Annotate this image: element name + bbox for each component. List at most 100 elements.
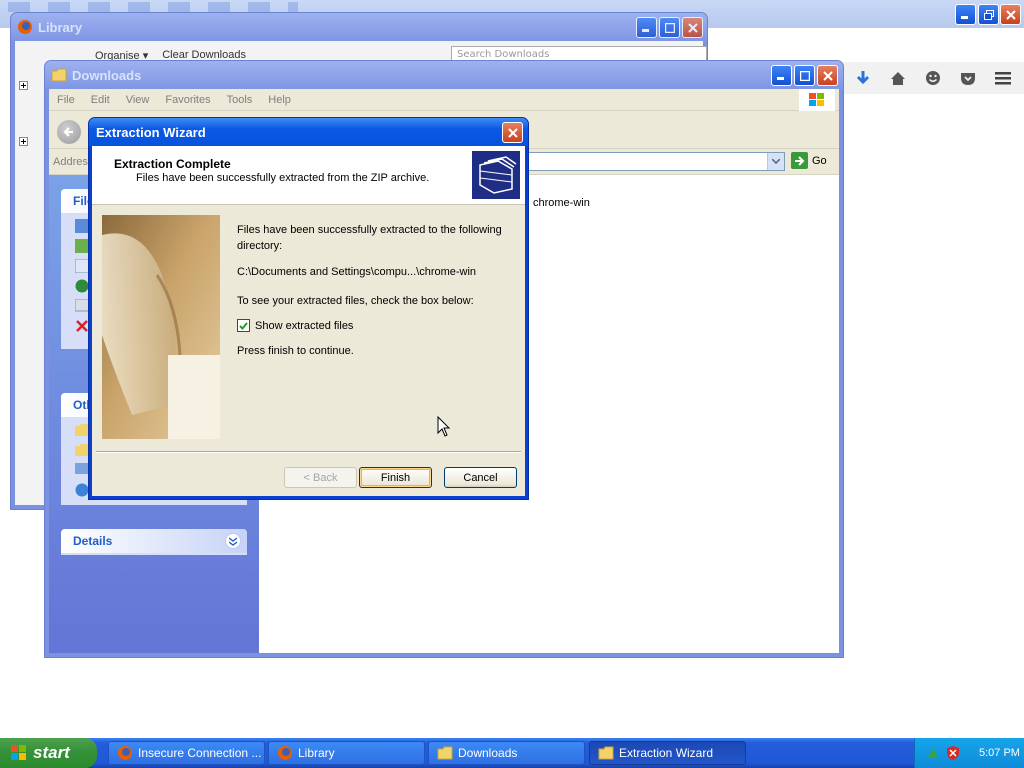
menu-help[interactable]: Help [260,94,299,106]
wizard-titlebar: Extraction Wizard [89,118,528,146]
details-header[interactable]: Details [61,529,247,553]
folder-icon [598,746,614,760]
minimize-button[interactable] [955,4,976,25]
start-button[interactable]: start [0,738,97,768]
taskbar: start Insecure Connection ... Library Do… [0,738,1024,768]
task-label: Insecure Connection ... [138,746,262,760]
tree-expander[interactable] [19,81,28,90]
address-field[interactable] [519,152,785,171]
library-title: Library [38,19,83,35]
file-item-chrome-win[interactable]: chrome-win [533,197,590,209]
close-icon [822,70,833,81]
maximize-icon [799,70,810,81]
download-arrow-icon[interactable] [852,67,874,89]
minimize-icon [642,29,649,32]
task-downloads[interactable]: Downloads [428,741,585,765]
go-label: Go [812,154,827,167]
firefox-icon [118,746,132,760]
details-panel: Details [61,529,247,555]
home-icon[interactable] [887,67,909,89]
smiley-icon[interactable] [922,67,944,89]
menu-view[interactable]: View [118,94,158,106]
show-extracted-files-checkbox[interactable]: Show extracted files [237,319,353,332]
close-button[interactable] [1000,4,1021,25]
downloads-menubar: File Edit View Favorites Tools Help [49,89,839,111]
security-shield-icon[interactable] [945,745,961,761]
library-close-button[interactable] [682,17,703,38]
restore-button[interactable] [978,4,999,25]
system-tray: 5:07 PM [914,738,1024,768]
back-arrow-icon [63,127,73,137]
menu-file[interactable]: File [49,94,83,106]
wizard-title: Extraction Wizard [96,124,206,140]
success-message: Files have been successfully extracted t… [237,224,502,252]
menu-edit[interactable]: Edit [83,94,118,106]
downloads-maximize-button[interactable] [794,65,815,86]
instruction-text: To see your extracted files, check the b… [237,295,474,307]
go-button[interactable]: Go [791,152,827,169]
library-minimize-button[interactable] [636,17,657,38]
wizard-body: Extraction Complete Files have been succ… [92,146,525,496]
checkbox-label[interactable]: Show extracted files [255,320,353,332]
computer-icon [75,463,89,474]
task-extraction-wizard[interactable]: Extraction Wizard [589,741,746,765]
go-arrow-icon [791,152,808,169]
library-maximize-button[interactable] [659,17,680,38]
firefox-icon [278,746,292,760]
close-icon [687,22,698,33]
library-titlebar: Library [11,13,707,41]
task-label: Downloads [458,746,518,760]
folder-icon [75,424,89,436]
finish-button[interactable]: Finish [359,467,432,488]
wizard-header: Extraction Complete Files have been succ… [92,146,525,205]
delete-icon [76,320,88,332]
minimize-icon [777,77,784,80]
chevron-down-icon [229,536,237,546]
wizard-side-image [102,215,220,439]
network-tray-icon[interactable] [925,745,941,761]
wizard-message: Files have been successfully extracted t… [237,222,507,309]
downloads-title: Downloads [72,67,142,83]
mouse-cursor-icon [437,416,451,437]
task-library[interactable]: Library [268,741,425,765]
menu-favorites[interactable]: Favorites [157,94,218,106]
firefox-icon [18,20,32,34]
close-icon [507,127,518,138]
task-label: Library [298,746,335,760]
menu-tools[interactable]: Tools [219,94,261,106]
maximize-icon [664,22,675,33]
wizard-header-subtitle: Files have been successfully extracted f… [136,172,430,184]
expand-chevron-button[interactable] [225,533,241,549]
tree-expander[interactable] [19,137,28,146]
task-icon [75,219,89,233]
checkbox-box[interactable] [237,319,250,332]
start-label: start [33,743,70,762]
hamburger-menu-icon[interactable] [992,67,1014,89]
continue-text: Press finish to continue. [237,345,354,357]
downloads-minimize-button[interactable] [771,65,792,86]
folder-icon [437,746,453,760]
extraction-path: C:\Documents and Settings\compu...\chrom… [237,266,477,278]
wizard-close-button[interactable] [502,122,523,143]
pocket-icon[interactable] [957,67,979,89]
wizard-header-title: Extraction Complete [114,157,231,171]
downloads-titlebar: Downloads [45,61,843,89]
button-separator [96,451,521,453]
firefox-menubar-ghost [8,2,298,12]
zip-folders-icon [472,151,520,199]
downloads-close-button[interactable] [817,65,838,86]
windows-flag-icon [799,89,835,111]
windows-logo-icon [11,745,26,760]
task-insecure-connection[interactable]: Insecure Connection ... [108,741,265,765]
task-icon [75,239,89,253]
clock[interactable]: 5:07 PM [979,747,1020,759]
task-icon [75,299,89,312]
address-dropdown-button[interactable] [767,153,784,170]
folder-icon [75,444,89,456]
folder-icon [51,68,67,82]
minimize-icon [961,16,968,19]
cancel-button[interactable]: Cancel [444,467,517,488]
back-button[interactable]: < Back [284,467,357,488]
checkmark-icon [239,321,248,330]
back-button[interactable] [57,120,81,144]
